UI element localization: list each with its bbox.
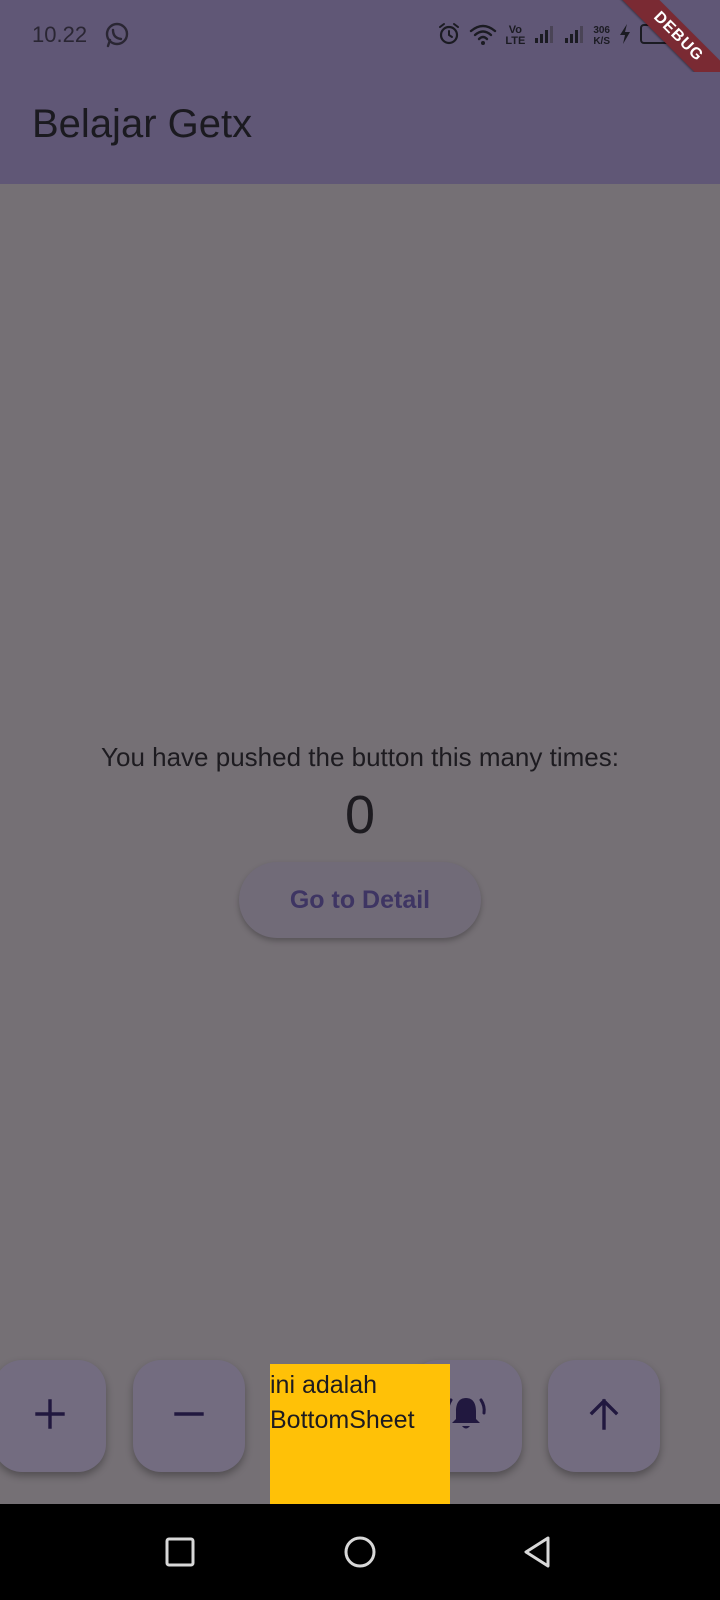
app-bar: Belajar Getx xyxy=(0,72,720,184)
status-icons: Vo LTE 306 K/S xyxy=(437,20,680,52)
bottom-sheet-button[interactable] xyxy=(548,1360,660,1472)
network-speed-value: 306 xyxy=(593,25,610,36)
counter-value: 0 xyxy=(344,785,376,845)
increment-button[interactable] xyxy=(0,1360,106,1472)
decrement-button[interactable] xyxy=(133,1360,245,1472)
volte-label-bottom: LTE xyxy=(505,35,526,47)
add-icon xyxy=(33,1397,67,1436)
arrow-up-icon xyxy=(586,1396,622,1437)
home-icon[interactable] xyxy=(340,1532,380,1572)
wifi-icon xyxy=(469,22,497,51)
whatsapp-icon xyxy=(104,22,130,48)
bottom-sheet-text: ini adalah BottomSheet xyxy=(270,1371,415,1434)
network-speed: 306 K/S xyxy=(593,25,610,47)
back-icon[interactable] xyxy=(518,1532,558,1572)
charging-icon xyxy=(618,23,632,50)
recent-apps-icon[interactable] xyxy=(160,1532,200,1572)
status-bar: 10.22 Vo LTE 306 K/S xyxy=(0,0,720,72)
app-title: Belajar Getx xyxy=(32,102,253,146)
volte-indicator: Vo LTE xyxy=(505,25,525,47)
remove-icon xyxy=(172,1397,206,1436)
notification-bell-icon xyxy=(444,1392,488,1441)
signal-icon xyxy=(563,23,585,50)
alarm-icon xyxy=(437,22,461,51)
navigation-bar xyxy=(0,1504,720,1600)
counter-label: You have pushed the button this many tim… xyxy=(101,742,619,772)
status-time: 10.22 xyxy=(32,22,88,47)
network-speed-unit: K/S xyxy=(593,36,610,47)
bottom-sheet: ini adalah BottomSheet xyxy=(270,1364,450,1504)
go-to-detail-button[interactable]: Go to Detail xyxy=(239,862,481,938)
signal-icon xyxy=(533,23,555,50)
